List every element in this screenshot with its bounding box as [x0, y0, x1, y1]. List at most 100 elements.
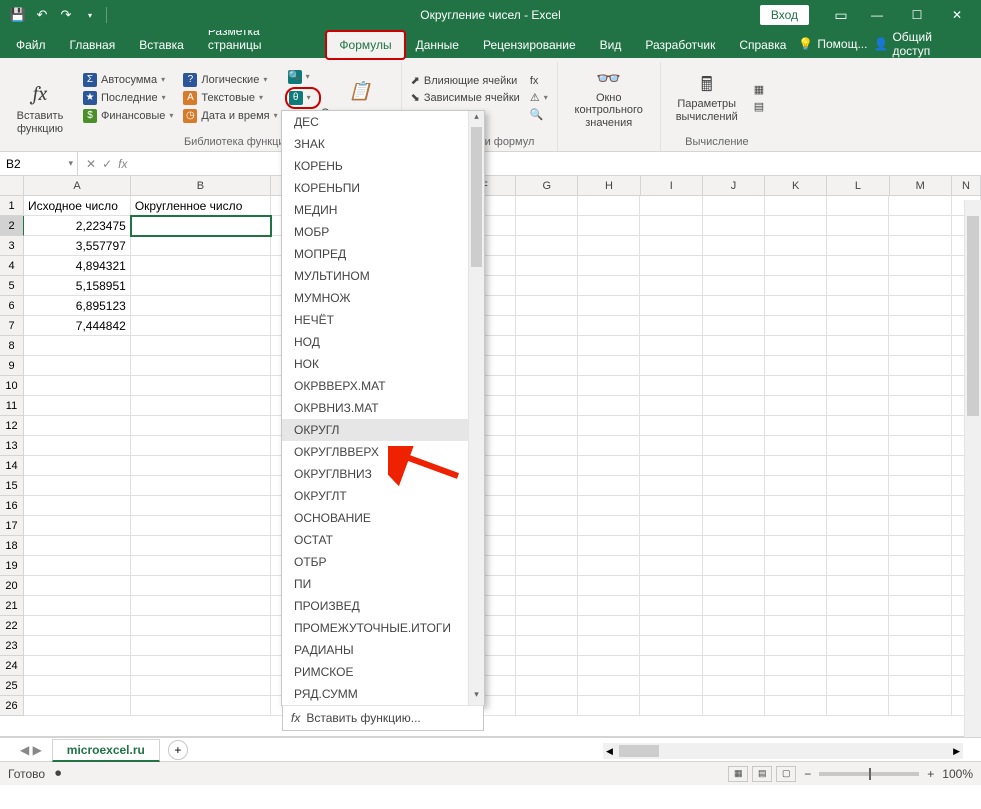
- function-menu-item[interactable]: МОПРЕД: [282, 243, 468, 265]
- cell[interactable]: [24, 336, 131, 356]
- cell[interactable]: [516, 436, 578, 456]
- scroll-thumb[interactable]: [471, 127, 482, 267]
- function-menu-item[interactable]: ОКРУГЛВВЕРХ: [282, 441, 468, 463]
- cell[interactable]: [640, 276, 702, 296]
- row-header[interactable]: 4: [0, 256, 24, 276]
- row-header[interactable]: 6: [0, 296, 24, 316]
- cell[interactable]: [703, 556, 765, 576]
- cell[interactable]: [889, 616, 951, 636]
- lookup-button[interactable]: 🔍: [285, 69, 321, 85]
- cell[interactable]: [765, 416, 827, 436]
- cell[interactable]: [765, 476, 827, 496]
- cell[interactable]: [578, 316, 640, 336]
- cell[interactable]: [24, 476, 131, 496]
- cell[interactable]: [516, 496, 578, 516]
- logical-button[interactable]: ?Логические: [180, 72, 280, 88]
- function-menu-item[interactable]: РИМСКОЕ: [282, 661, 468, 683]
- cell[interactable]: [765, 436, 827, 456]
- cell[interactable]: [131, 696, 271, 716]
- zoom-level[interactable]: 100%: [942, 767, 973, 781]
- function-menu-item[interactable]: НЕЧЁТ: [282, 309, 468, 331]
- cell[interactable]: [703, 236, 765, 256]
- cell[interactable]: [578, 276, 640, 296]
- cell[interactable]: [131, 516, 271, 536]
- row-header[interactable]: 24: [0, 656, 24, 676]
- cell[interactable]: [827, 536, 889, 556]
- cell[interactable]: [703, 576, 765, 596]
- cell[interactable]: [516, 236, 578, 256]
- cell[interactable]: [516, 376, 578, 396]
- cell[interactable]: [131, 376, 271, 396]
- cell[interactable]: [703, 596, 765, 616]
- cell[interactable]: [827, 396, 889, 416]
- cell[interactable]: [578, 676, 640, 696]
- cell[interactable]: [889, 516, 951, 536]
- cell[interactable]: [640, 456, 702, 476]
- cell[interactable]: [765, 696, 827, 716]
- cell[interactable]: [765, 336, 827, 356]
- cell[interactable]: [24, 696, 131, 716]
- tab-data[interactable]: Данные: [404, 32, 471, 58]
- cell[interactable]: [827, 276, 889, 296]
- cell[interactable]: [827, 296, 889, 316]
- row-header[interactable]: 20: [0, 576, 24, 596]
- cell[interactable]: [516, 576, 578, 596]
- cell[interactable]: [131, 656, 271, 676]
- vertical-scrollbar[interactable]: [964, 200, 981, 761]
- maximize-button[interactable]: ☐: [897, 0, 937, 30]
- cell[interactable]: [889, 356, 951, 376]
- calc-now-button[interactable]: ▦: [751, 82, 767, 97]
- function-menu-item[interactable]: КОРЕНЬ: [282, 155, 468, 177]
- cell[interactable]: [24, 616, 131, 636]
- cell[interactable]: [131, 276, 271, 296]
- col-header-M[interactable]: M: [890, 176, 952, 195]
- zoom-slider[interactable]: [819, 772, 919, 776]
- cell[interactable]: [703, 476, 765, 496]
- cell[interactable]: [578, 256, 640, 276]
- cell[interactable]: [578, 376, 640, 396]
- calc-sheet-button[interactable]: ▤: [751, 99, 767, 114]
- tab-view[interactable]: Вид: [588, 32, 634, 58]
- cell[interactable]: [578, 336, 640, 356]
- cell[interactable]: [516, 296, 578, 316]
- cell[interactable]: [516, 696, 578, 716]
- row-header[interactable]: 16: [0, 496, 24, 516]
- cell[interactable]: [578, 456, 640, 476]
- cell[interactable]: [703, 636, 765, 656]
- cell[interactable]: [640, 296, 702, 316]
- sheet-tab[interactable]: microexcel.ru: [52, 739, 160, 762]
- row-header[interactable]: 8: [0, 336, 24, 356]
- cell[interactable]: [889, 196, 951, 216]
- financial-button[interactable]: $Финансовые: [80, 108, 176, 124]
- tab-help[interactable]: Справка: [727, 32, 798, 58]
- cell[interactable]: [827, 476, 889, 496]
- col-header-N[interactable]: N: [952, 176, 981, 195]
- cell[interactable]: [889, 276, 951, 296]
- cell[interactable]: [827, 436, 889, 456]
- function-menu-item[interactable]: РАДИАНЫ: [282, 639, 468, 661]
- cell[interactable]: [24, 496, 131, 516]
- cell[interactable]: [889, 256, 951, 276]
- cell[interactable]: [640, 316, 702, 336]
- row-header[interactable]: 3: [0, 236, 24, 256]
- cell[interactable]: [827, 316, 889, 336]
- cell[interactable]: [516, 616, 578, 636]
- view-normal-button[interactable]: ▦: [728, 766, 748, 782]
- cell[interactable]: [578, 616, 640, 636]
- cell[interactable]: [765, 276, 827, 296]
- cell[interactable]: [765, 496, 827, 516]
- cell[interactable]: [889, 236, 951, 256]
- cell[interactable]: [516, 656, 578, 676]
- cell[interactable]: [703, 296, 765, 316]
- cell[interactable]: [640, 576, 702, 596]
- cell[interactable]: [765, 356, 827, 376]
- row-header[interactable]: 10: [0, 376, 24, 396]
- col-header-H[interactable]: H: [578, 176, 640, 195]
- function-menu-item[interactable]: КОРЕНЬПИ: [282, 177, 468, 199]
- cell[interactable]: [765, 576, 827, 596]
- cell[interactable]: [516, 476, 578, 496]
- cell[interactable]: [131, 676, 271, 696]
- cell[interactable]: [578, 396, 640, 416]
- cell[interactable]: [640, 356, 702, 376]
- cell[interactable]: [578, 216, 640, 236]
